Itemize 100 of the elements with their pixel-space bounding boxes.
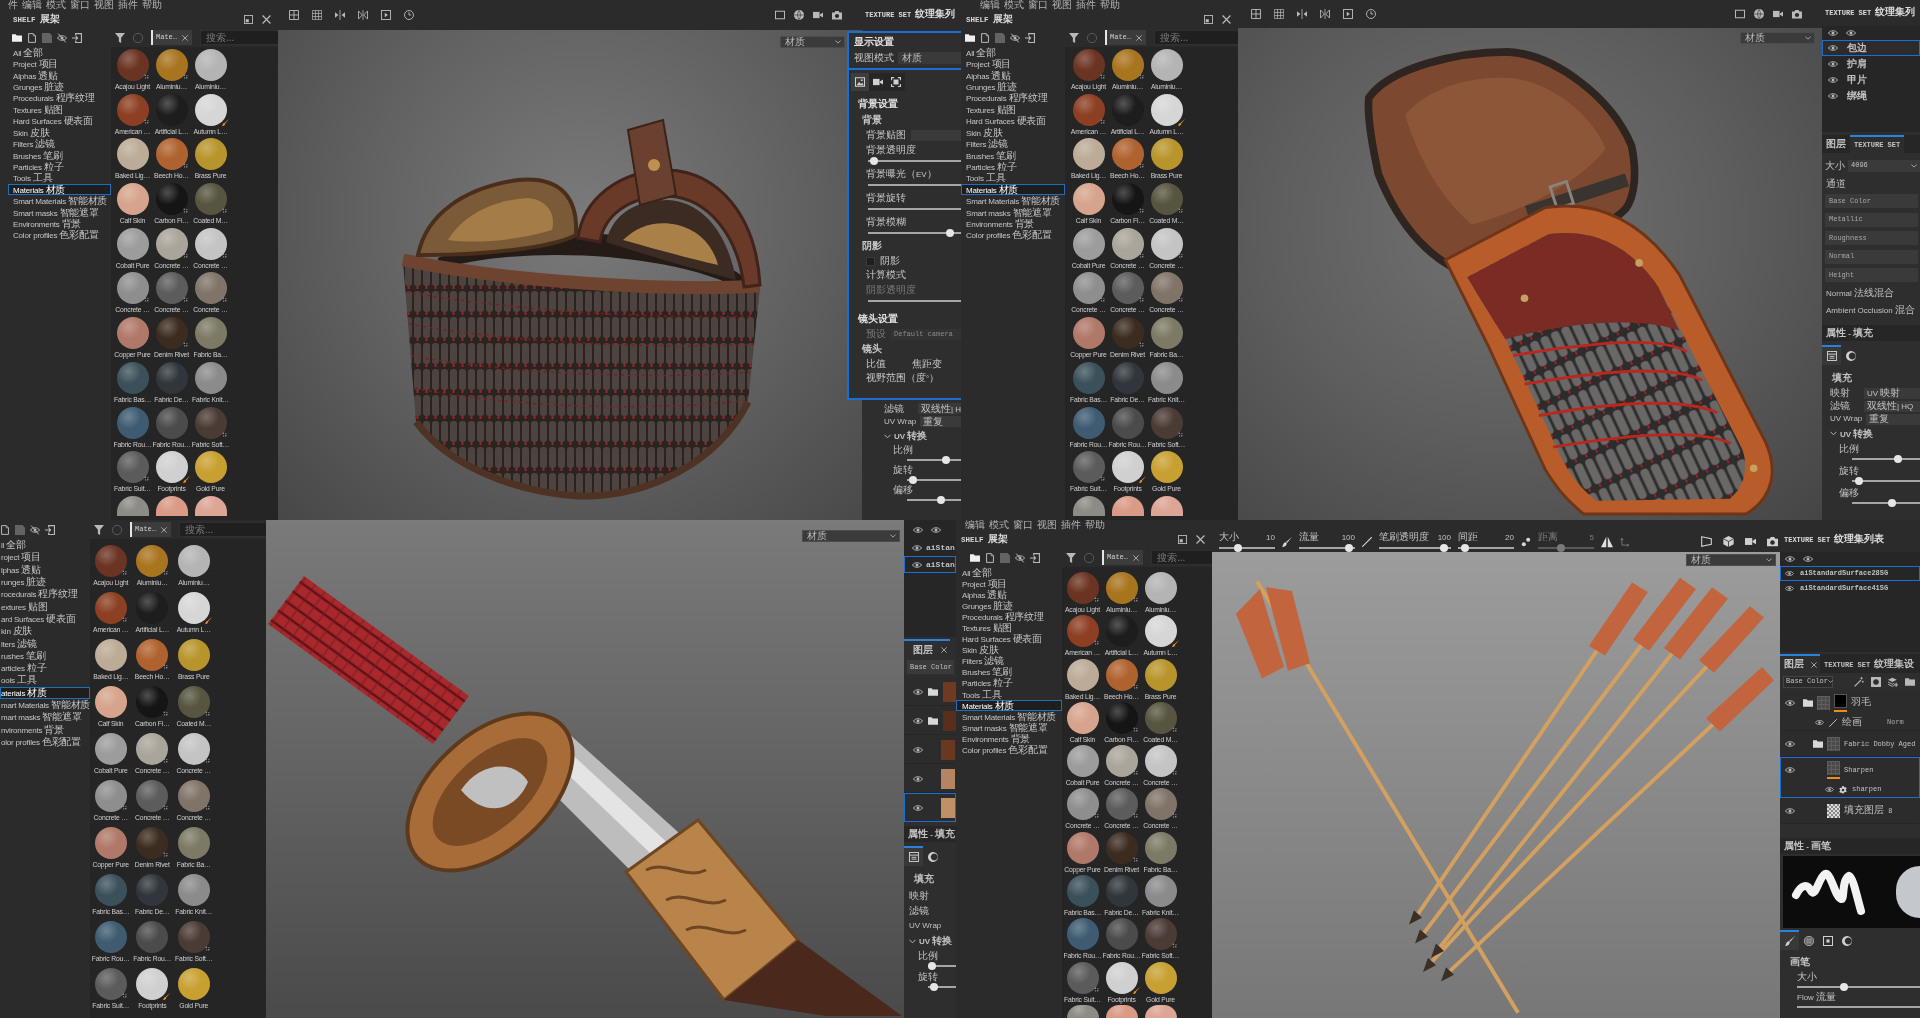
chevron-icon[interactable]	[1830, 430, 1837, 437]
dots-icon[interactable]	[1521, 536, 1531, 547]
panel-tab[interactable]: 图层	[1780, 654, 1820, 673]
material-thumbnail[interactable]	[177, 921, 210, 953]
material-thumbnail[interactable]	[1111, 138, 1144, 171]
material-thumbnail[interactable]	[1150, 406, 1183, 439]
category-item[interactable]: Tools 工具	[961, 172, 1065, 185]
menu-item[interactable]: 件	[8, 0, 18, 11]
material-thumbnail[interactable]	[1072, 406, 1105, 439]
material-thumbnail[interactable]	[177, 686, 210, 718]
category-item[interactable]: Brushes 笔刷	[961, 149, 1065, 162]
material-thumbnail[interactable]	[1105, 745, 1138, 778]
material-thumbnail[interactable]	[1072, 361, 1105, 394]
category-item[interactable]: Alphas 透贴	[8, 69, 111, 82]
layer-thumbnail[interactable]	[1827, 761, 1840, 775]
category-item[interactable]: Hard Surfaces 硬表面	[8, 115, 111, 127]
category-item[interactable]: rocedurals 程序纹理	[0, 588, 90, 601]
category-item[interactable]: Smart Materials 智能材质	[8, 195, 111, 207]
play-icon[interactable]	[381, 10, 391, 20]
category-item[interactable]: Environments 背景	[8, 218, 111, 230]
dropdown-field[interactable]: 重复	[1866, 413, 1920, 425]
menu-item[interactable]: 模式	[46, 0, 66, 11]
eye-slash-icon[interactable]	[57, 32, 67, 43]
menu-item[interactable]: 帮助	[1100, 0, 1120, 11]
category-item[interactable]: articles 粒子	[0, 661, 90, 675]
category-item[interactable]: Smart masks 智能遮罩	[961, 206, 1065, 219]
slider-track[interactable]	[868, 181, 961, 189]
eye-icon[interactable]	[1828, 75, 1838, 85]
menu-item[interactable]: 编辑	[980, 0, 1000, 11]
category-item[interactable]: Smart Materials 智能材质	[956, 711, 1062, 723]
material-thumbnail[interactable]	[194, 272, 227, 305]
category-item[interactable]: Skin 皮肤	[956, 644, 1062, 656]
eye-slash-icon[interactable]	[30, 524, 40, 535]
slider-track[interactable]	[1797, 983, 1920, 991]
material-thumbnail[interactable]	[116, 49, 149, 81]
material-thumbnail[interactable]	[155, 406, 188, 439]
category-item[interactable]: Alphas 透贴	[961, 69, 1065, 82]
material-thumbnail[interactable]	[1111, 406, 1144, 439]
material-thumbnail[interactable]	[1105, 918, 1138, 951]
category-item[interactable]: roject 项目	[0, 551, 90, 564]
material-thumbnail[interactable]	[194, 93, 227, 126]
material-thumbnail[interactable]	[194, 227, 227, 260]
brush-icon[interactable]	[1282, 536, 1292, 547]
dropdown-field[interactable]: 材质	[898, 52, 961, 64]
undock-icon[interactable]	[1204, 15, 1213, 24]
split-icon[interactable]	[358, 10, 368, 20]
eye-icon[interactable]	[1785, 569, 1794, 578]
slider-thumb[interactable]	[909, 476, 918, 484]
category-item[interactable]: Particles 粒子	[961, 161, 1065, 173]
layer-row[interactable]	[904, 793, 956, 822]
material-thumbnail[interactable]	[1111, 272, 1144, 305]
material-thumbnail[interactable]	[1066, 918, 1099, 951]
close-icon[interactable]	[941, 646, 947, 653]
eye-icon[interactable]	[1785, 739, 1795, 749]
category-item[interactable]: Grunges 脏迹	[956, 600, 1062, 612]
material-thumbnail[interactable]	[136, 592, 169, 624]
menu-item[interactable]: 窗口	[1013, 520, 1033, 531]
close-icon[interactable]	[1136, 34, 1142, 41]
material-thumbnail[interactable]	[94, 827, 127, 859]
material-thumbnail[interactable]	[1144, 875, 1177, 908]
play-icon[interactable]	[1343, 9, 1353, 19]
material-thumbnail[interactable]	[155, 272, 188, 305]
category-item[interactable]: Brushes 笔刷	[956, 666, 1062, 678]
folder-icon[interactable]	[1905, 676, 1915, 687]
material-thumbnail[interactable]	[1066, 615, 1099, 648]
material-thumbnail[interactable]	[116, 227, 149, 260]
cube-icon[interactable]	[1723, 536, 1734, 547]
eye-icon[interactable]	[1803, 554, 1813, 564]
material-thumbnail[interactable]	[1072, 451, 1105, 484]
material-thumbnail[interactable]	[155, 93, 188, 126]
material-thumbnail[interactable]	[1111, 451, 1144, 484]
eye-icon[interactable]	[913, 686, 923, 697]
category-item[interactable]: Tools 工具	[956, 689, 1062, 701]
viewport[interactable]: 材质	[1238, 28, 1822, 520]
category-item[interactable]: ll 全部	[0, 539, 90, 552]
category-item[interactable]: rushes 笔刷	[0, 649, 90, 662]
material-thumbnail[interactable]	[1150, 227, 1183, 260]
material-thumbnail[interactable]	[155, 451, 188, 484]
clock-icon[interactable]	[1366, 9, 1376, 19]
slider-thumb[interactable]	[930, 982, 938, 991]
material-thumbnail[interactable]	[136, 733, 169, 765]
material-thumbnail[interactable]	[1150, 495, 1183, 516]
mask-icon[interactable]	[1871, 676, 1881, 687]
slider-thumb[interactable]	[1234, 544, 1243, 552]
menu-item[interactable]: 插件	[1061, 520, 1081, 531]
category-item[interactable]: ools 工具	[0, 674, 90, 687]
category-item[interactable]: Textures 贴图	[961, 104, 1065, 116]
material-thumbnail[interactable]	[1111, 93, 1144, 126]
rectangle-icon[interactable]	[775, 10, 785, 20]
material-thumbnail[interactable]	[1105, 615, 1138, 648]
material-thumbnail[interactable]	[177, 827, 210, 859]
material-thumbnail[interactable]	[1111, 49, 1144, 81]
slider-track[interactable]	[1379, 544, 1451, 552]
eye-icon[interactable]	[913, 744, 923, 755]
folder-icon[interactable]	[970, 552, 980, 563]
camera-icon[interactable]	[1767, 536, 1778, 547]
search-field[interactable]: 搜索...	[200, 30, 278, 45]
material-thumbnail[interactable]	[136, 968, 169, 1000]
material-thumbnail[interactable]	[1144, 701, 1177, 734]
category-item[interactable]: Smart masks 智能遮罩	[956, 722, 1062, 734]
